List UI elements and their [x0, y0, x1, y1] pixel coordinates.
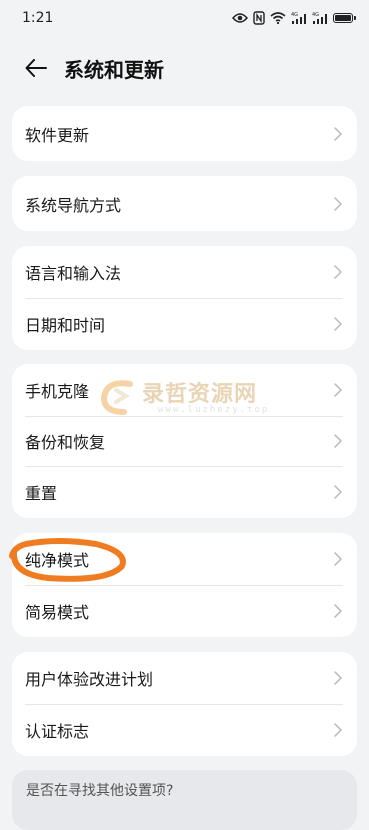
- nfc-icon: [253, 11, 265, 25]
- user-experience-item[interactable]: 用户体验改进计划: [12, 652, 357, 704]
- status-icons: 4G 4G: [232, 11, 356, 25]
- backup-restore-item[interactable]: 备份和恢复: [12, 416, 357, 466]
- reset-item[interactable]: 重置: [12, 466, 357, 518]
- chevron-right-icon: [333, 126, 343, 141]
- settings-group-modes: 纯净模式 简易模式: [12, 533, 357, 637]
- chevron-right-icon: [333, 604, 343, 618]
- chevron-right-icon: [333, 723, 343, 737]
- item-label: 认证标志: [25, 722, 90, 741]
- chevron-right-icon: [333, 485, 343, 499]
- item-label: 手机克隆: [25, 382, 90, 401]
- item-label: 语言和输入法: [25, 264, 122, 283]
- item-label: 用户体验改进计划: [25, 670, 154, 689]
- item-label: 日期和时间: [25, 316, 106, 335]
- navigation-mode-item[interactable]: 系统导航方式: [12, 176, 357, 231]
- date-time-item[interactable]: 日期和时间: [12, 298, 357, 350]
- pure-mode-item[interactable]: 纯净模式: [12, 533, 357, 585]
- svg-text:4G: 4G: [291, 12, 298, 18]
- item-label: 纯净模式: [25, 551, 90, 570]
- settings-group-language-time: 语言和输入法 日期和时间: [12, 246, 357, 350]
- battery-icon: [333, 13, 356, 23]
- chevron-right-icon: [333, 196, 343, 211]
- arrow-left-icon[interactable]: [22, 54, 50, 82]
- phone-clone-item[interactable]: 手机克隆: [12, 364, 357, 416]
- item-label: 软件更新: [25, 125, 90, 145]
- status-bar: 1:21 4G 4G: [0, 0, 369, 36]
- more-settings-card[interactable]: 是否在寻找其他设置项?: [12, 770, 357, 830]
- settings-group-software-update: 软件更新: [12, 106, 357, 161]
- page-title: 系统和更新: [64, 57, 164, 82]
- chevron-right-icon: [333, 434, 343, 448]
- item-label: 系统导航方式: [25, 195, 122, 215]
- header: 系统和更新: [0, 46, 369, 90]
- chevron-right-icon: [333, 383, 343, 397]
- eye-icon: [232, 12, 248, 24]
- chevron-right-icon: [333, 317, 343, 331]
- settings-group-navigation: 系统导航方式: [12, 176, 357, 231]
- language-input-item[interactable]: 语言和输入法: [12, 246, 357, 298]
- signal-4g-icon: 4G: [291, 11, 307, 25]
- item-label: 简易模式: [25, 603, 90, 622]
- settings-group-backup: 手机克隆 备份和恢复 重置: [12, 364, 357, 518]
- more-settings-prompt: 是否在寻找其他设置项?: [26, 783, 174, 799]
- signal-4g-icon: 4G: [312, 11, 328, 25]
- status-time: 1:21: [22, 10, 54, 26]
- svg-text:4G: 4G: [312, 12, 319, 18]
- item-label: 备份和恢复: [25, 433, 106, 452]
- chevron-right-icon: [333, 265, 343, 279]
- item-label: 重置: [25, 484, 58, 503]
- settings-group-experience: 用户体验改进计划 认证标志: [12, 652, 357, 756]
- certification-item[interactable]: 认证标志: [12, 704, 357, 756]
- chevron-right-icon: [333, 671, 343, 685]
- software-update-item[interactable]: 软件更新: [12, 106, 357, 161]
- wifi-icon: [270, 12, 286, 24]
- chevron-right-icon: [333, 552, 343, 566]
- simple-mode-item[interactable]: 简易模式: [12, 585, 357, 637]
